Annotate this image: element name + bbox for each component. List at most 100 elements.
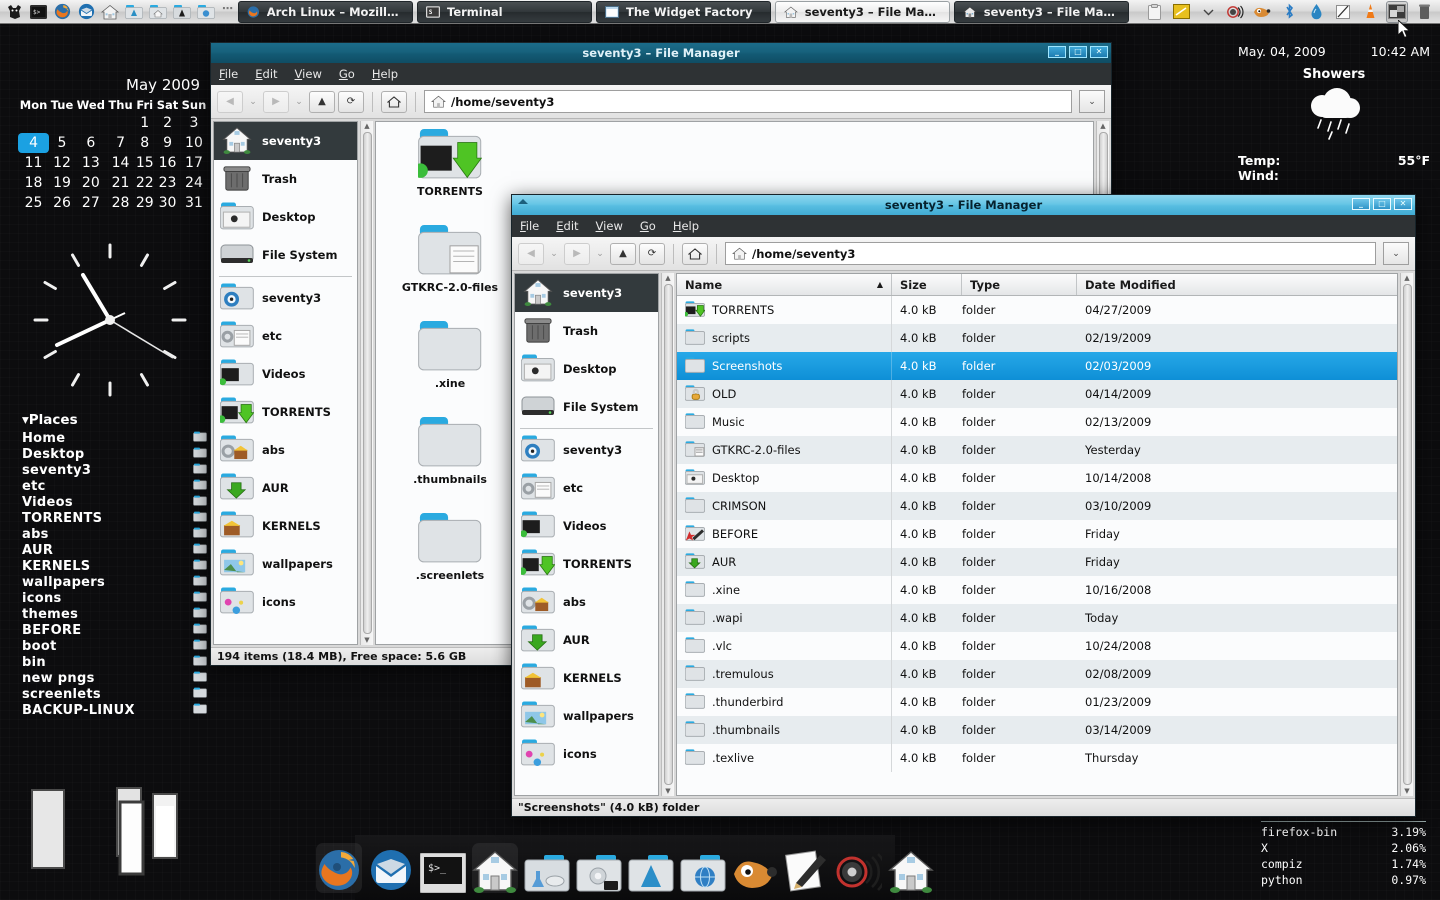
- volume-icon[interactable]: [1225, 2, 1245, 22]
- places-item[interactable]: etc: [22, 478, 207, 494]
- table-row[interactable]: .tremulous 4.0 kB folder 02/08/2009: [677, 660, 1397, 688]
- places-item[interactable]: new pngs: [22, 670, 207, 686]
- forward-button[interactable]: ▶: [564, 242, 590, 265]
- scroll-up-icon[interactable]: ▲: [364, 122, 369, 130]
- sidebar-item-abs[interactable]: abs: [515, 583, 658, 621]
- taskbar-button[interactable]: seventy3 – File Mana...: [954, 0, 1129, 23]
- sidebar-item-kernels[interactable]: KERNELS: [515, 659, 658, 697]
- icon-view-item[interactable]: .thumbnails: [380, 416, 520, 512]
- column-header-date[interactable]: Date Modified: [1077, 274, 1397, 295]
- calendar-day[interactable]: 18: [18, 173, 49, 193]
- column-header-name[interactable]: Name ▲: [677, 274, 892, 295]
- table-row[interactable]: .xine 4.0 kB folder 10/16/2008: [677, 576, 1397, 604]
- back-button[interactable]: ◀: [217, 90, 243, 113]
- sidebar-item-seventy3[interactable]: seventy3: [214, 279, 357, 317]
- back-button[interactable]: ◀: [518, 242, 544, 265]
- home-button[interactable]: [682, 242, 708, 265]
- sidebar-item-videos[interactable]: Videos: [515, 507, 658, 545]
- table-row[interactable]: .vlc 4.0 kB folder 10/24/2008: [677, 632, 1397, 660]
- sidebar-item-file-system[interactable]: File System: [214, 236, 357, 274]
- icon-view-item[interactable]: GTKRC-2.0-files: [380, 224, 520, 320]
- places-item[interactable]: KERNELS: [22, 558, 207, 574]
- bluetooth-icon[interactable]: [1279, 2, 1299, 22]
- calendar-day[interactable]: 27: [75, 193, 107, 213]
- sidebar-item-etc[interactable]: etc: [515, 469, 658, 507]
- chevron-down-icon[interactable]: [1198, 2, 1218, 22]
- sidebar-item-desktop[interactable]: Desktop: [214, 198, 357, 236]
- trash-tray-icon[interactable]: [1414, 2, 1434, 22]
- sidebar-item-icons[interactable]: icons: [214, 583, 357, 621]
- sidebar-item-kernels[interactable]: KERNELS: [214, 507, 357, 545]
- maximize-button[interactable]: □: [1069, 46, 1087, 58]
- window1-titlebar[interactable]: seventy3 – File Manager _ □ ✕: [211, 43, 1111, 63]
- column-header-size[interactable]: Size: [892, 274, 962, 295]
- places-item[interactable]: AUR: [22, 542, 207, 558]
- menu-file[interactable]: File: [520, 219, 539, 233]
- dock-item-terminal[interactable]: $>_: [420, 843, 466, 893]
- calendar-day[interactable]: 8: [134, 133, 155, 153]
- home-button[interactable]: [381, 90, 407, 113]
- taskbar-button[interactable]: The Widget Factory: [596, 0, 771, 23]
- sidebar-item-icons[interactable]: icons: [515, 735, 658, 773]
- forward-history-caret-icon[interactable]: ⌄: [292, 91, 306, 113]
- places-item[interactable]: bin: [22, 654, 207, 670]
- sidebar-item-desktop[interactable]: Desktop: [515, 350, 658, 388]
- icon-view-item[interactable]: .xine: [380, 320, 520, 416]
- blue-folder-icon[interactable]: [195, 2, 217, 22]
- table-row[interactable]: TORRENTS 4.0 kB folder 04/27/2009: [677, 296, 1397, 324]
- table-row[interactable]: .texlive 4.0 kB folder Thursday: [677, 744, 1397, 772]
- scroll-up-icon[interactable]: ▲: [665, 274, 670, 282]
- dock-item-firefox[interactable]: [316, 842, 362, 893]
- dock-item-text-editor[interactable]: [784, 843, 830, 893]
- home-folder2-icon[interactable]: [147, 2, 169, 22]
- sidebar-item-wallpapers[interactable]: wallpapers: [214, 545, 357, 583]
- table-row[interactable]: Music 4.0 kB folder 02/13/2009: [677, 408, 1397, 436]
- table-row[interactable]: Screenshots 4.0 kB folder 02/03/2009: [677, 352, 1397, 380]
- sidebar-item-etc[interactable]: etc: [214, 317, 357, 355]
- sidebar-item-seventy3[interactable]: seventy3: [515, 431, 658, 469]
- calendar-day[interactable]: 26: [49, 193, 75, 213]
- dock-item-speaker[interactable]: [836, 843, 882, 893]
- calendar-day[interactable]: 9: [155, 133, 180, 153]
- minimize-button[interactable]: _: [1048, 46, 1066, 58]
- calendar-day[interactable]: 19: [49, 173, 75, 193]
- sidebar-item-torrents[interactable]: TORRENTS: [214, 393, 357, 431]
- calendar-day-today[interactable]: 4: [18, 133, 50, 153]
- forward-button[interactable]: ▶: [263, 90, 289, 113]
- places-item[interactable]: Videos: [22, 494, 207, 510]
- table-row[interactable]: scripts 4.0 kB folder 02/19/2009: [677, 324, 1397, 352]
- notepad-icon[interactable]: [1333, 2, 1353, 22]
- vlc-cone-icon[interactable]: [1360, 2, 1380, 22]
- xfce-mouse-icon[interactable]: [3, 2, 25, 22]
- terminal-icon[interactable]: $>: [27, 2, 49, 22]
- launcher-overflow[interactable]: ⋯: [219, 2, 238, 21]
- reload-button[interactable]: ⟳: [639, 242, 665, 265]
- places-item[interactable]: TORRENTS: [22, 510, 207, 526]
- maximize-button[interactable]: □: [1373, 198, 1391, 210]
- menu-edit[interactable]: Edit: [556, 219, 578, 233]
- path-dropdown-button[interactable]: ⌄: [1079, 90, 1105, 113]
- calendar-day[interactable]: 29: [134, 193, 155, 213]
- places-item[interactable]: BACKUP-LINUX: [22, 702, 207, 718]
- calendar-day[interactable]: 30: [155, 193, 180, 213]
- table-row[interactable]: CRIMSON 4.0 kB folder 03/10/2009: [677, 492, 1397, 520]
- firefox-icon[interactable]: [51, 2, 73, 22]
- scrollbar-thumb[interactable]: [663, 284, 673, 785]
- calendar-day[interactable]: 10: [180, 133, 208, 153]
- taskbar-button[interactable]: Arch Linux – Mozilla F...: [238, 0, 413, 23]
- table-row[interactable]: GTKRC-2.0-files 4.0 kB folder Yesterday: [677, 436, 1397, 464]
- scrollbar-thumb[interactable]: [1402, 284, 1412, 785]
- calendar-day[interactable]: 11: [18, 153, 49, 173]
- calendar-day[interactable]: 6: [75, 133, 107, 153]
- menu-help[interactable]: Help: [673, 219, 699, 233]
- menu-go[interactable]: Go: [640, 219, 656, 233]
- sidebar-item-aur[interactable]: AUR: [214, 469, 357, 507]
- window2-listview[interactable]: Name ▲ Size Type Date Modified TORRENTS 4…: [676, 273, 1398, 796]
- table-row[interactable]: .wapi 4.0 kB folder Today: [677, 604, 1397, 632]
- sidebar-item-torrents[interactable]: TORRENTS: [515, 545, 658, 583]
- places-item[interactable]: Home: [22, 430, 207, 446]
- calendar-day[interactable]: 13: [75, 153, 107, 173]
- places-item[interactable]: BEFORE: [22, 622, 207, 638]
- path-dropdown-button[interactable]: ⌄: [1383, 242, 1409, 265]
- close-button[interactable]: ✕: [1394, 198, 1412, 210]
